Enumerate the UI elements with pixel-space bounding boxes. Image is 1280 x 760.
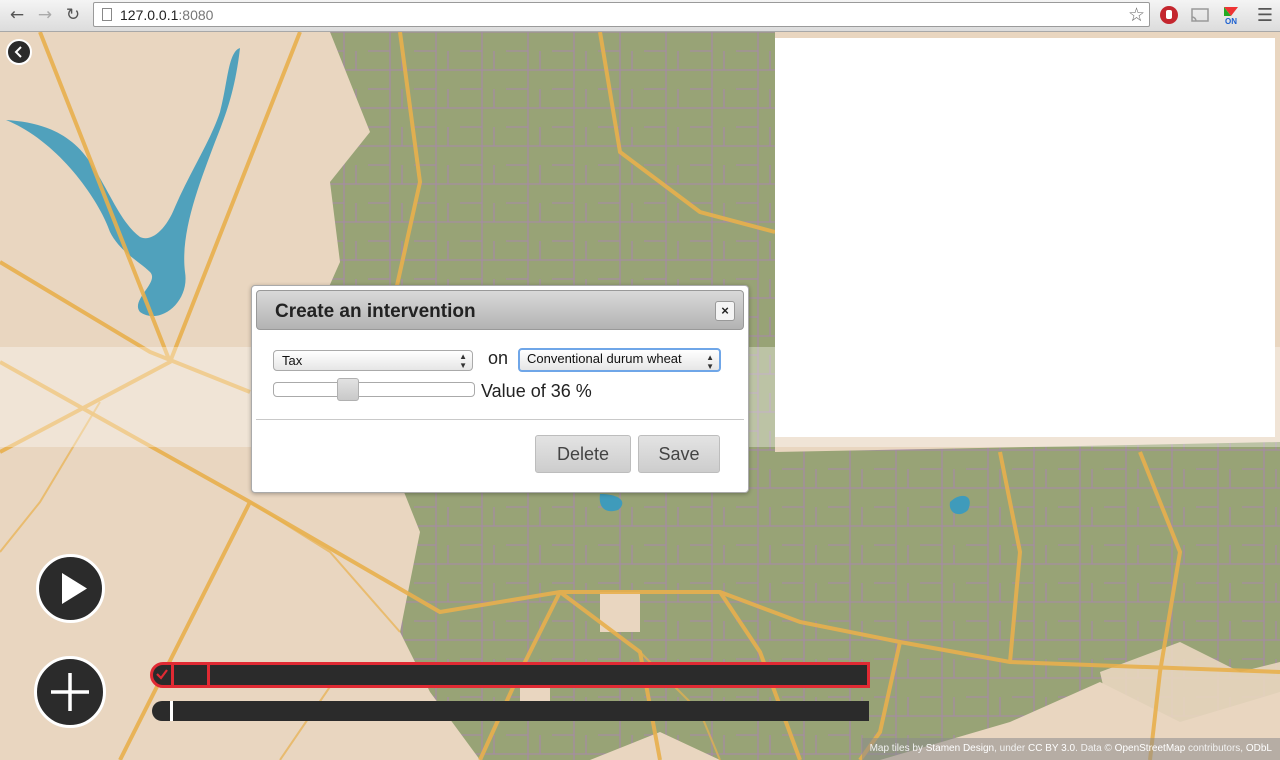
intervention-type-value: Tax bbox=[282, 353, 303, 368]
page-icon bbox=[102, 8, 112, 21]
intervention-dialog: Create an intervention × Tax ▲ ▼ on Conve… bbox=[251, 285, 749, 493]
target-crop-select[interactable]: Conventional durum wheat ▲ ▼ bbox=[518, 348, 721, 372]
odbl-link[interactable]: ODbL bbox=[1246, 743, 1272, 754]
back-arrow-icon[interactable]: ← bbox=[6, 4, 28, 26]
license-link[interactable]: CC BY 3.0 bbox=[1028, 743, 1075, 754]
address-bar[interactable]: 127.0.0.1:8080 ☆ bbox=[93, 2, 1150, 27]
intervention-track[interactable] bbox=[152, 701, 869, 721]
add-intervention-button[interactable] bbox=[34, 656, 106, 728]
info-panel bbox=[775, 38, 1275, 437]
chevron-left-icon bbox=[14, 46, 22, 58]
value-text: Value of 36 % bbox=[481, 381, 592, 401]
forward-arrow-icon[interactable]: → bbox=[34, 4, 56, 26]
active-intervention-track[interactable] bbox=[150, 662, 870, 688]
check-icon bbox=[156, 669, 168, 680]
url-text: 127.0.0.1:8080 bbox=[120, 7, 214, 23]
browser-toolbar: ← → ↻ 127.0.0.1:8080 ☆ ON ☰ bbox=[0, 0, 1280, 32]
track-start-marker bbox=[171, 662, 174, 688]
delete-button[interactable]: Delete bbox=[535, 435, 631, 473]
reload-icon[interactable]: ↻ bbox=[62, 4, 84, 26]
save-button[interactable]: Save bbox=[638, 435, 720, 473]
select-arrows-icon: ▲ ▼ bbox=[706, 353, 714, 371]
on-extension-icon[interactable]: ON bbox=[1221, 5, 1241, 25]
dialog-title: Create an intervention bbox=[275, 301, 476, 322]
play-icon bbox=[62, 573, 87, 604]
select-arrows-icon: ▲ ▼ bbox=[459, 352, 467, 370]
close-icon[interactable]: × bbox=[715, 301, 735, 321]
dialog-titlebar: Create an intervention × bbox=[256, 290, 744, 330]
slider-handle[interactable] bbox=[337, 378, 360, 401]
back-button[interactable] bbox=[6, 39, 32, 65]
plus-icon bbox=[51, 673, 89, 711]
track-start-marker bbox=[170, 701, 173, 721]
on-label: on bbox=[488, 348, 509, 368]
dialog-divider bbox=[256, 419, 744, 420]
map-attribution: Map tiles by Stamen Design, under CC BY … bbox=[861, 738, 1280, 760]
target-crop-value: Conventional durum wheat bbox=[527, 351, 682, 366]
cast-icon[interactable] bbox=[1190, 5, 1210, 25]
svg-text:ON: ON bbox=[1225, 17, 1237, 25]
play-button[interactable] bbox=[36, 554, 105, 623]
osm-link[interactable]: OpenStreetMap bbox=[1115, 743, 1186, 754]
stamen-link[interactable]: Stamen Design bbox=[926, 743, 994, 754]
adblock-icon[interactable] bbox=[1159, 5, 1179, 25]
bookmark-star-icon[interactable]: ☆ bbox=[1128, 4, 1145, 26]
intervention-type-select[interactable]: Tax ▲ ▼ bbox=[273, 350, 473, 371]
value-slider[interactable] bbox=[273, 378, 475, 401]
menu-icon[interactable]: ☰ bbox=[1254, 4, 1276, 26]
timeline-cursor[interactable] bbox=[206, 662, 210, 688]
